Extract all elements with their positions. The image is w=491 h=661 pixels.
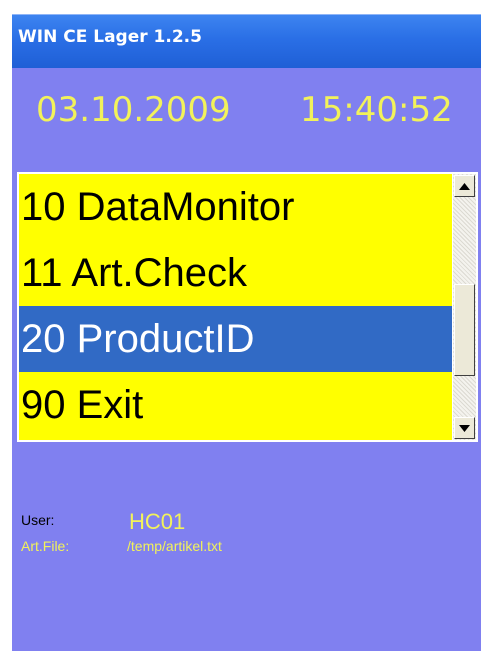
user-label: User: bbox=[21, 512, 55, 528]
scroll-down-button[interactable] bbox=[454, 417, 475, 439]
title-bar[interactable]: WIN CE Lager 1.2.5 bbox=[12, 14, 481, 68]
window-title: WIN CE Lager 1.2.5 bbox=[18, 27, 202, 47]
info-panel: User: HC01 Art.File: /temp/artikel.txt bbox=[12, 488, 481, 608]
menu-item-art-check[interactable]: 11 Art.Check bbox=[19, 240, 454, 306]
app-window: WIN CE Lager 1.2.5 03.10.2009 15:40:52 1… bbox=[0, 0, 491, 661]
menu-item-exit[interactable]: 90 Exit bbox=[19, 372, 454, 438]
menu-listbox[interactable]: 10 DataMonitor 11 Art.Check 20 ProductID… bbox=[17, 172, 478, 442]
client-area: 03.10.2009 15:40:52 10 DataMonitor 11 Ar… bbox=[12, 68, 481, 651]
menu-list: 10 DataMonitor 11 Art.Check 20 ProductID… bbox=[19, 174, 454, 440]
date-display: 03.10.2009 bbox=[36, 90, 231, 130]
menu-item-productid[interactable]: 20 ProductID bbox=[19, 306, 454, 372]
vertical-scrollbar[interactable] bbox=[452, 174, 476, 440]
scroll-down-arrow-icon bbox=[459, 425, 470, 432]
artfile-label: Art.File: bbox=[21, 538, 70, 554]
scroll-up-button[interactable] bbox=[454, 175, 475, 197]
artfile-value: /temp/artikel.txt bbox=[127, 538, 222, 554]
scroll-thumb[interactable] bbox=[454, 284, 475, 376]
menu-item-datamonitor[interactable]: 10 DataMonitor bbox=[19, 174, 454, 240]
time-display: 15:40:52 bbox=[300, 90, 453, 130]
datetime-display: 03.10.2009 15:40:52 bbox=[12, 82, 481, 142]
user-value: HC01 bbox=[129, 509, 186, 534]
scroll-up-arrow-icon bbox=[459, 183, 470, 190]
